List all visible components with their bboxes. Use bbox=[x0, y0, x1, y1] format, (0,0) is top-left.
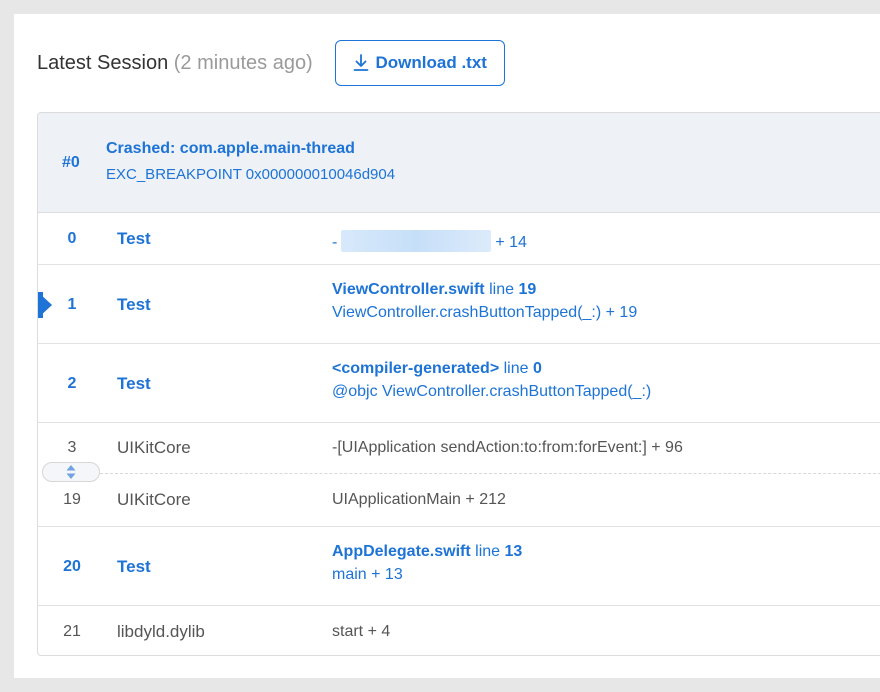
frame-symbol: ViewController.swift line 19 ViewControl… bbox=[332, 281, 637, 322]
frame-symbol: -[UIApplication sendAction:to:from:forEv… bbox=[332, 439, 683, 456]
expand-arrows-icon bbox=[66, 465, 76, 479]
symbol-name: @objc ViewController.crashButtonTapped(_… bbox=[332, 383, 652, 400]
frame-library: Test bbox=[117, 557, 151, 576]
thread-number: #0 bbox=[62, 154, 80, 171]
source-file[interactable]: AppDelegate.swift bbox=[332, 543, 471, 560]
frame-symbol: start + 4 bbox=[332, 623, 391, 640]
frame-library: libdyld.dylib bbox=[117, 622, 205, 641]
frame-symbol: - + 14 bbox=[332, 230, 527, 252]
source-file[interactable]: <compiler-generated> bbox=[332, 360, 499, 377]
stack-frame-row[interactable]: 21 libdyld.dylib start + 4 bbox=[38, 606, 880, 655]
frame-index: 0 bbox=[67, 230, 77, 247]
symbol-name: main + 13 bbox=[332, 566, 403, 583]
frame-index: 1 bbox=[67, 296, 77, 313]
download-txt-button[interactable]: Download .txt bbox=[334, 40, 505, 86]
stack-frame-row[interactable]: 19 UIKitCore UIApplicationMain + 212 bbox=[38, 462, 880, 527]
stack-frame-row[interactable]: 20 Test AppDelegate.swift line 13 main +… bbox=[38, 527, 880, 606]
frame-index: 3 bbox=[67, 439, 77, 456]
symbol-name: ViewController.crashButtonTapped(_:) + 1… bbox=[332, 304, 638, 321]
frame-library: Test bbox=[117, 295, 151, 314]
frame-index: 2 bbox=[67, 375, 77, 392]
download-button-label: Download .txt bbox=[375, 53, 487, 72]
stack-frame-row[interactable]: 2 Test <compiler-generated> line 0 @objc… bbox=[38, 344, 880, 423]
frame-library: Test bbox=[117, 374, 151, 393]
page-title: Latest Session (2 minutes ago) bbox=[37, 52, 313, 75]
frame-library: UIKitCore bbox=[117, 438, 191, 457]
line-number: 0 bbox=[532, 360, 542, 377]
frame-index: 20 bbox=[63, 558, 81, 575]
line-number: 13 bbox=[504, 543, 523, 560]
stack-frame-row[interactable]: 0 Test - + 14 bbox=[38, 213, 880, 265]
exception-reason: EXC_BREAKPOINT 0x000000010046d904 bbox=[106, 166, 396, 183]
session-title: Latest Session bbox=[37, 51, 169, 74]
stack-trace-panel: #0 Crashed: com.apple.main-thread EXC_BR… bbox=[37, 112, 880, 656]
frame-index: 21 bbox=[63, 623, 81, 640]
frame-index: 19 bbox=[63, 491, 81, 508]
line-label: line bbox=[503, 360, 529, 377]
stack-frame-row[interactable]: 3 UIKitCore -[UIApplication sendAction:t… bbox=[38, 423, 880, 473]
frame-symbol: <compiler-generated> line 0 @objc ViewCo… bbox=[332, 360, 651, 401]
symbol-offset: + 14 bbox=[495, 234, 527, 251]
collapsed-frames-divider bbox=[100, 473, 880, 474]
redacted-symbol bbox=[341, 230, 492, 252]
line-label: line bbox=[489, 281, 514, 298]
expand-frames-button[interactable] bbox=[42, 462, 100, 482]
stack-frame-row-selected[interactable]: 1 Test ViewController.swift line 19 View… bbox=[38, 265, 880, 344]
frame-library: Test bbox=[117, 229, 151, 248]
line-label: line bbox=[475, 543, 501, 560]
frame-symbol: AppDelegate.swift line 13 main + 13 bbox=[332, 543, 522, 584]
session-header: Latest Session (2 minutes ago) Download … bbox=[37, 38, 505, 88]
download-icon bbox=[353, 54, 368, 71]
thread-header[interactable]: #0 Crashed: com.apple.main-thread EXC_BR… bbox=[38, 113, 880, 213]
session-time-ago: (2 minutes ago) bbox=[173, 51, 313, 74]
frame-symbol: UIApplicationMain + 212 bbox=[332, 491, 506, 508]
source-file[interactable]: ViewController.swift bbox=[332, 281, 485, 298]
crash-session-card: Latest Session (2 minutes ago) Download … bbox=[14, 14, 880, 678]
thread-name: Crashed: com.apple.main-thread bbox=[106, 140, 355, 157]
line-number: 19 bbox=[518, 281, 537, 298]
symbol-prefix: - bbox=[332, 234, 338, 251]
frame-library: UIKitCore bbox=[117, 490, 191, 509]
